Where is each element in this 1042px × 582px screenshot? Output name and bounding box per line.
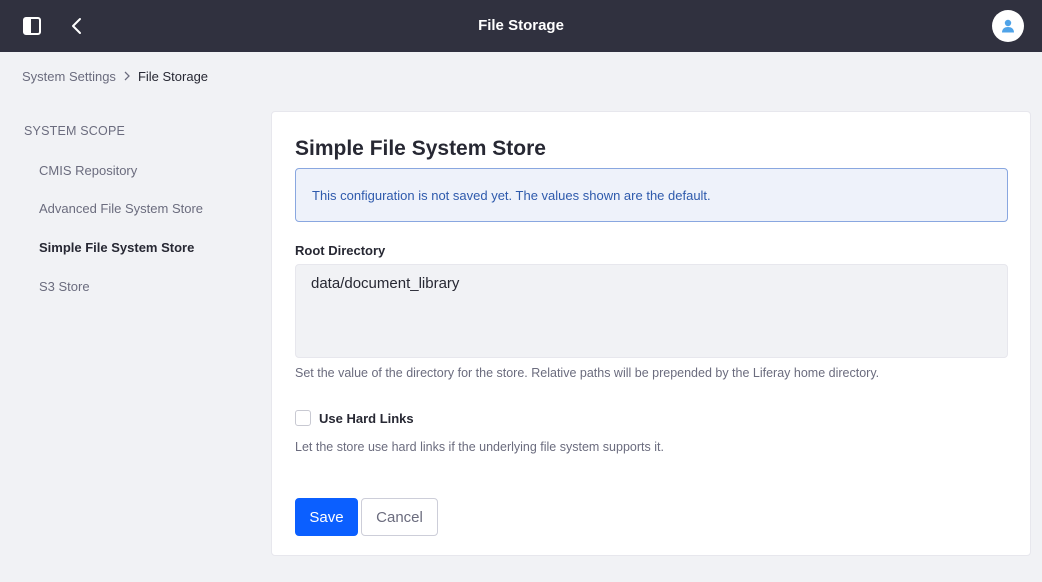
- info-alert: This configuration is not saved yet. The…: [295, 168, 1008, 222]
- sidebar-item-advanced-file-system-store[interactable]: Advanced File System Store: [39, 201, 203, 216]
- sidebar-item-s3-store[interactable]: S3 Store: [39, 279, 90, 294]
- top-bar: File Storage: [0, 0, 1042, 52]
- user-icon: [1002, 19, 1014, 33]
- config-form-card: Simple File System Store This configurat…: [271, 111, 1031, 556]
- save-button[interactable]: Save: [295, 498, 358, 536]
- cancel-button[interactable]: Cancel: [361, 498, 438, 536]
- chevron-right-icon: [124, 71, 130, 81]
- use-hard-links-help: Let the store use hard links if the unde…: [295, 440, 664, 454]
- root-directory-label: Root Directory: [295, 243, 386, 258]
- breadcrumb: System Settings File Storage: [22, 67, 208, 85]
- use-hard-links-checkbox[interactable]: [295, 410, 311, 426]
- form-title: Simple File System Store: [295, 137, 546, 160]
- sidebar-heading: SYSTEM SCOPE: [24, 124, 126, 138]
- page-title: File Storage: [478, 17, 564, 34]
- sidebar-item-simple-file-system-store[interactable]: Simple File System Store: [39, 240, 194, 255]
- sidebar-item-cmis-repository[interactable]: CMIS Repository: [39, 163, 137, 178]
- use-hard-links-row[interactable]: Use Hard Links: [295, 409, 414, 427]
- breadcrumb-file-storage: File Storage: [137, 68, 209, 84]
- user-avatar-button[interactable]: [992, 10, 1024, 42]
- root-directory-input[interactable]: data/document_library: [295, 264, 1008, 358]
- use-hard-links-label: Use Hard Links: [319, 410, 414, 426]
- breadcrumb-system-settings[interactable]: System Settings: [22, 69, 116, 84]
- root-directory-help: Set the value of the directory for the s…: [295, 366, 880, 380]
